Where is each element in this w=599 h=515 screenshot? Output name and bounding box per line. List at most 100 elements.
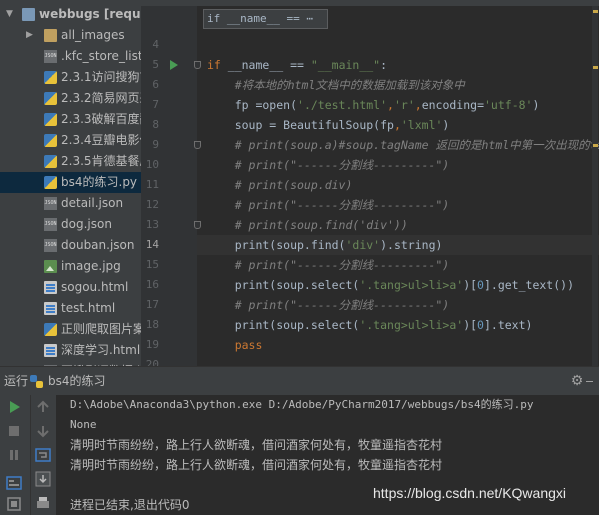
soft-wrap-icon[interactable] bbox=[34, 446, 52, 464]
code-token: )[ bbox=[463, 318, 478, 332]
code-token: 0 bbox=[477, 278, 484, 292]
code-text: print(soup.select('.tang>ul>li>a')[0].te… bbox=[207, 315, 533, 335]
code-line[interactable]: 10 # print("------分割线---------") bbox=[141, 155, 599, 175]
line-number: 9 bbox=[152, 138, 159, 151]
fold-icon[interactable] bbox=[194, 61, 201, 69]
tree-item-label: 2.3.1访问搜狗首页.py bbox=[61, 70, 141, 84]
scope-hint-popup[interactable]: if __name__ == ⋯ bbox=[203, 9, 328, 29]
code-line[interactable]: 12 # print("------分割线---------") bbox=[141, 195, 599, 215]
tree-item[interactable]: 2.3.5肯德基餐厅查询.py bbox=[0, 151, 141, 172]
line-number: 11 bbox=[145, 178, 159, 191]
line-number: 10 bbox=[145, 158, 159, 171]
code-line[interactable]: 14 print(soup.find('div').string) bbox=[141, 235, 599, 255]
tree-item-label: bs4的练习.py bbox=[61, 175, 138, 189]
rerun-icon[interactable] bbox=[5, 398, 23, 416]
code-editor[interactable]: 4 5 if __name__ == "__main__": 6 #将本地的html文… bbox=[141, 0, 599, 366]
expand-arrow-icon[interactable]: ▼ bbox=[6, 4, 13, 25]
code-token: if bbox=[207, 58, 228, 72]
tree-item[interactable]: ▼ webbugs [requests] bbox=[0, 4, 141, 25]
code-text: fp =open('./test.html','r',encoding='utf… bbox=[207, 95, 540, 115]
code-text: # print(soup.a)#soup.tagName 返回的是html中第一… bbox=[207, 135, 599, 155]
code-text: # print("------分割线---------") bbox=[207, 255, 450, 275]
minimize-icon[interactable]: ⎯ bbox=[586, 373, 598, 389]
code-text: # print(soup.div) bbox=[207, 175, 353, 195]
line-number: 13 bbox=[145, 218, 159, 231]
code-line[interactable]: 7 fp =open('./test.html','r',encoding='u… bbox=[141, 95, 599, 115]
tree-item-label: detail.json bbox=[61, 196, 124, 210]
gear-icon[interactable]: ⚙ bbox=[569, 373, 585, 389]
arrow-down-icon[interactable] bbox=[34, 422, 52, 440]
tree-item[interactable]: 2.3.4豆瓣电影信息.py bbox=[0, 130, 141, 151]
html-file-icon bbox=[44, 302, 57, 315]
arrow-up-icon[interactable] bbox=[34, 398, 52, 416]
code-token: ) bbox=[442, 118, 450, 132]
code-text: print(soup.find('div').string) bbox=[207, 235, 443, 255]
tree-item-label: 2.3.4豆瓣电影信息.py bbox=[61, 133, 141, 147]
python-file-icon bbox=[44, 155, 57, 168]
code-line[interactable]: 15 # print("------分割线---------") bbox=[141, 255, 599, 275]
tree-item-label: sogou.html bbox=[61, 280, 129, 294]
python-file-icon bbox=[44, 134, 57, 147]
tree-item[interactable]: 正则爬取图片案例.py bbox=[0, 319, 141, 340]
code-token: encoding= bbox=[421, 98, 484, 112]
folder-icon bbox=[44, 29, 57, 42]
fold-icon[interactable] bbox=[194, 221, 201, 229]
line-number: 17 bbox=[145, 298, 159, 311]
tree-item[interactable]: image.jpg bbox=[0, 256, 141, 277]
code-token: 0 bbox=[477, 318, 484, 332]
tree-item[interactable]: bs4的练习.py bbox=[0, 172, 141, 193]
code-line[interactable]: 5 if __name__ == "__main__": bbox=[141, 55, 599, 75]
tree-item-label: 正则爬取图片案例.py bbox=[61, 322, 141, 336]
scroll-to-end-icon[interactable] bbox=[34, 470, 52, 488]
code-token: # print(soup.find('div')) bbox=[207, 218, 408, 232]
tree-item[interactable]: JSON dog.json bbox=[0, 214, 141, 235]
code-token: # print("------分割线---------") bbox=[207, 158, 450, 172]
code-line[interactable]: 13 # print(soup.find('div')) bbox=[141, 215, 599, 235]
line-number: 7 bbox=[152, 98, 159, 111]
code-line[interactable]: 6 #将本地的html文档中的数据加载到该对象中 bbox=[141, 75, 599, 95]
run-gutter-icon[interactable] bbox=[170, 60, 178, 70]
code-line[interactable]: 9 # print(soup.a)#soup.tagName 返回的是html中… bbox=[141, 135, 599, 155]
code-line[interactable]: 8 soup = BeautifulSoup(fp,'lxml') bbox=[141, 115, 599, 135]
python-file-icon bbox=[44, 113, 57, 126]
tree-item[interactable]: 深度学习.html bbox=[0, 340, 141, 361]
code-token: ].text) bbox=[483, 318, 533, 332]
tree-item[interactable]: JSON douban.json bbox=[0, 235, 141, 256]
tree-item[interactable]: sogou.html bbox=[0, 277, 141, 298]
code-line[interactable]: 11 # print(soup.div) bbox=[141, 175, 599, 195]
code-token: print(soup.find( bbox=[207, 238, 346, 252]
code-line[interactable]: 19 pass bbox=[141, 335, 599, 355]
tree-item[interactable]: 2.3.3破解百度翻译.py bbox=[0, 109, 141, 130]
fold-icon[interactable] bbox=[194, 141, 201, 149]
code-token: pass bbox=[207, 338, 263, 352]
code-token: print(soup.select( bbox=[207, 278, 360, 292]
tree-item[interactable]: JSON .kfc_store_list.json bbox=[0, 46, 141, 67]
code-token: print(soup.select( bbox=[207, 318, 360, 332]
pause-icon[interactable] bbox=[5, 446, 23, 464]
json-file-icon: JSON bbox=[44, 197, 57, 210]
editor-scrollbar[interactable] bbox=[590, 6, 599, 366]
tree-item-label: douban.json bbox=[61, 238, 135, 252]
tree-item-label: webbugs [requests] bbox=[39, 7, 141, 21]
tree-item-label: test.html bbox=[61, 301, 116, 315]
code-line[interactable]: 17 # print("------分割线---------") bbox=[141, 295, 599, 315]
tree-item[interactable]: 2.3.2简易网页采集器.py bbox=[0, 88, 141, 109]
collapse-arrow-icon[interactable]: ▶ bbox=[26, 25, 33, 46]
code-line[interactable]: 18 print(soup.select('.tang>ul>li>a')[0]… bbox=[141, 315, 599, 335]
tree-item[interactable]: test.html bbox=[0, 298, 141, 319]
stop-icon[interactable] bbox=[5, 422, 23, 440]
console-toolbar bbox=[30, 395, 56, 515]
json-file-icon: JSON bbox=[44, 218, 57, 231]
layout-icon[interactable] bbox=[5, 474, 23, 492]
tree-item[interactable]: 2.3.1访问搜狗首页.py bbox=[0, 67, 141, 88]
code-line[interactable]: 4 bbox=[141, 35, 599, 55]
html-file-icon bbox=[44, 344, 57, 357]
code-line[interactable]: 20 bbox=[141, 355, 599, 366]
tree-item[interactable]: JSON detail.json bbox=[0, 193, 141, 214]
print-icon[interactable] bbox=[34, 494, 52, 512]
pin-tab-icon[interactable] bbox=[5, 495, 23, 513]
tree-item[interactable]: ▶ all_images bbox=[0, 25, 141, 46]
code-line[interactable]: 16 print(soup.select('.tang>ul>li>a')[0]… bbox=[141, 275, 599, 295]
run-tab-label[interactable]: bs4的练习 bbox=[48, 367, 106, 395]
image-file-icon bbox=[44, 260, 57, 273]
